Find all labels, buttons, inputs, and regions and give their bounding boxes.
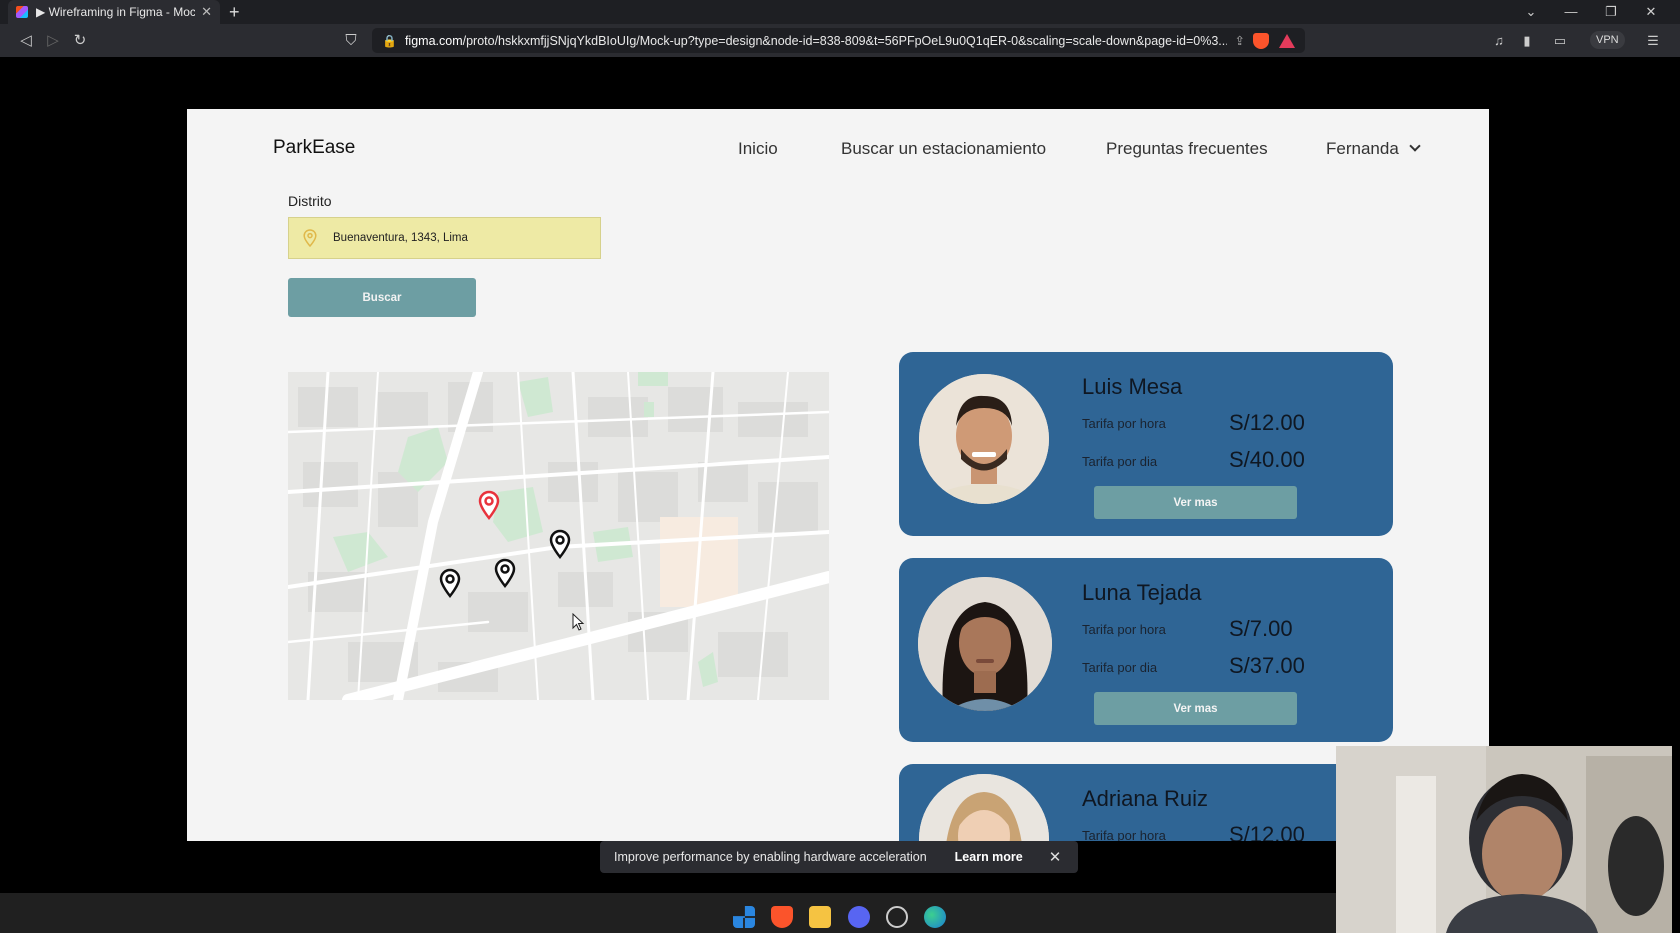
user-name: Fernanda bbox=[1326, 139, 1399, 158]
taskbar bbox=[0, 893, 1336, 933]
owner-name: Luna Tejada bbox=[1082, 580, 1202, 605]
bookmark-icon[interactable]: ⛉ bbox=[341, 24, 361, 57]
new-tab-button[interactable]: + bbox=[229, 0, 240, 24]
lock-icon: 🔒 bbox=[382, 33, 397, 48]
address-bar[interactable]: 🔒 figma.com/proto/hskkxmfjjSNjqYkdBIoUIg… bbox=[372, 28, 1305, 53]
rate-hour-label: Tarifa por hora bbox=[1082, 416, 1166, 431]
close-window-icon[interactable]: ✕ bbox=[1641, 0, 1661, 24]
avatar bbox=[919, 774, 1049, 841]
figma-favicon-icon bbox=[16, 6, 28, 18]
nav-buscar-estacionamiento[interactable]: Buscar un estacionamiento bbox=[841, 139, 1046, 159]
media-icon[interactable]: ♫ bbox=[1489, 24, 1509, 57]
mouse-cursor-icon bbox=[572, 613, 585, 631]
rate-hour-label: Tarifa por hora bbox=[1082, 622, 1166, 637]
learn-more-link[interactable]: Learn more bbox=[955, 850, 1023, 864]
location-pin-icon bbox=[303, 229, 317, 247]
file-explorer-icon[interactable] bbox=[809, 906, 831, 928]
share-icon[interactable]: ⇪ bbox=[1235, 33, 1245, 48]
menu-icon[interactable]: ☰ bbox=[1643, 24, 1663, 57]
edge-icon[interactable] bbox=[924, 906, 946, 928]
distrito-input[interactable]: Buenaventura, 1343, Lima bbox=[288, 217, 601, 259]
brand-logo[interactable]: ParkEase bbox=[273, 137, 355, 159]
tab-close-icon[interactable]: ✕ bbox=[201, 4, 212, 20]
brave-shield-icon[interactable] bbox=[1253, 32, 1269, 49]
rate-hour-value: S/12.00 bbox=[1229, 410, 1305, 435]
back-icon[interactable]: ◁ bbox=[16, 24, 36, 57]
chevron-down-icon bbox=[1409, 140, 1421, 152]
map[interactable] bbox=[288, 372, 829, 700]
hardware-acceleration-toast: Improve performance by enabling hardware… bbox=[600, 841, 1078, 873]
restore-icon[interactable]: ❐ bbox=[1601, 0, 1621, 24]
parking-pin-icon[interactable] bbox=[494, 558, 516, 588]
toast-close-icon[interactable]: ✕ bbox=[1049, 848, 1062, 866]
obs-icon[interactable] bbox=[886, 906, 908, 928]
owner-name: Luis Mesa bbox=[1082, 374, 1183, 399]
buscar-button[interactable]: Buscar bbox=[288, 278, 476, 317]
rate-hour-label: Tarifa por hora bbox=[1082, 828, 1166, 841]
ver-mas-button[interactable]: Ver mas bbox=[1094, 692, 1297, 725]
rate-hour-value: S/7.00 bbox=[1229, 616, 1293, 641]
browser-tab-bar: ▶ Wireframing in Figma - Mock... ✕ + ⌄ —… bbox=[0, 0, 1680, 24]
ver-mas-button[interactable]: Ver mas bbox=[1094, 486, 1297, 519]
browser-toolbar: ◁ ▷ ↻ ⛉ 🔒 figma.com/proto/hskkxmfjjSNjqY… bbox=[0, 24, 1680, 57]
parking-card: Luna Tejada Tarifa por hora S/7.00 Tarif… bbox=[899, 558, 1393, 742]
rate-day-label: Tarifa por dia bbox=[1082, 660, 1158, 675]
avatar bbox=[919, 374, 1049, 504]
parking-card: Luis Mesa Tarifa por hora S/12.00 Tarifa… bbox=[899, 352, 1393, 536]
webcam-overlay bbox=[1336, 746, 1672, 933]
distrito-label: Distrito bbox=[288, 193, 332, 209]
brave-browser-icon[interactable] bbox=[771, 906, 793, 928]
nav-preguntas-frecuentes[interactable]: Preguntas frecuentes bbox=[1106, 139, 1268, 159]
rate-hour-value: S/12.00 bbox=[1229, 822, 1305, 841]
rate-day-label: Tarifa por dia bbox=[1082, 454, 1158, 469]
prototype-frame: ParkEase Inicio Buscar un estacionamient… bbox=[187, 109, 1489, 841]
vpn-button[interactable]: VPN bbox=[1590, 31, 1625, 49]
wallet-icon[interactable]: ▭ bbox=[1550, 24, 1570, 57]
parking-pin-icon[interactable] bbox=[439, 568, 461, 598]
toast-message: Improve performance by enabling hardware… bbox=[614, 850, 927, 864]
rate-day-value: S/37.00 bbox=[1229, 653, 1305, 678]
rate-day-value: S/40.00 bbox=[1229, 447, 1305, 472]
webcam-image bbox=[1336, 746, 1672, 933]
owner-name: Adriana Ruiz bbox=[1082, 786, 1208, 811]
url-text: figma.com/proto/hskkxmfjjSNjqYkdBIoUIg/M… bbox=[404, 33, 1227, 48]
distrito-value: Buenaventura, 1343, Lima bbox=[333, 232, 468, 244]
user-menu[interactable]: Fernanda bbox=[1326, 139, 1421, 159]
parking-pin-icon[interactable] bbox=[549, 529, 571, 559]
tab-title: ▶ Wireframing in Figma - Mock... bbox=[36, 5, 196, 19]
discord-icon[interactable] bbox=[848, 906, 870, 928]
minimize-icon[interactable]: — bbox=[1561, 0, 1581, 24]
selected-location-pin-icon[interactable] bbox=[478, 490, 500, 520]
forward-icon[interactable]: ▷ bbox=[43, 24, 63, 57]
parking-card: Adriana Ruiz Tarifa por hora S/12.00 bbox=[899, 764, 1393, 841]
reload-icon[interactable]: ↻ bbox=[70, 24, 90, 57]
tab-search-icon[interactable]: ⌄ bbox=[1521, 0, 1541, 24]
browser-tab[interactable]: ▶ Wireframing in Figma - Mock... ✕ bbox=[8, 0, 220, 24]
sidebar-icon[interactable]: ▮ bbox=[1517, 24, 1537, 57]
nav-inicio[interactable]: Inicio bbox=[738, 139, 778, 159]
avatar bbox=[918, 577, 1052, 711]
brave-rewards-icon[interactable] bbox=[1279, 33, 1295, 48]
